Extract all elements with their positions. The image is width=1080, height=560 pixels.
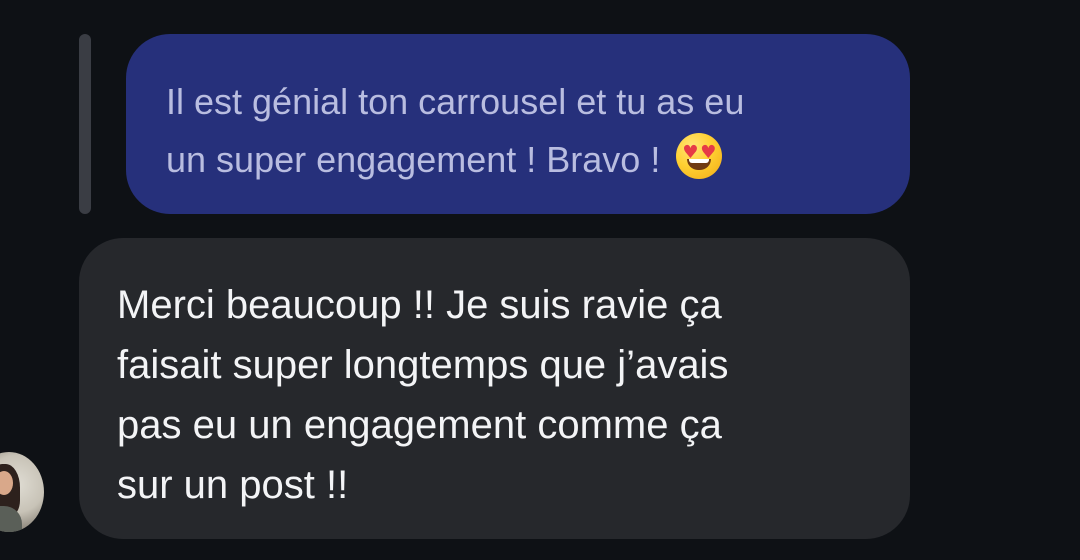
quoted-message-text: Il est génial ton carrousel et tu as eu …: [166, 73, 870, 189]
quoted-message-bubble[interactable]: Il est génial ton carrousel et tu as eu …: [126, 34, 910, 214]
emoji-mouth: [687, 159, 712, 170]
avatar-body: [0, 506, 22, 532]
heart-eyes-emoji-icon: ♥ ♥: [676, 133, 723, 179]
message-thread: Il est génial ton carrousel et tu as eu …: [0, 0, 1080, 560]
reply-message-bubble[interactable]: Merci beaucoup !! Je suis ravie ça faisa…: [79, 238, 910, 539]
reply-message-text: Merci beaucoup !! Je suis ravie ça faisa…: [117, 283, 729, 507]
quoted-message-text-content: Il est génial ton carrousel et tu as eu …: [166, 81, 745, 180]
reply-thread-bar: [79, 34, 91, 214]
avatar[interactable]: [0, 452, 44, 532]
